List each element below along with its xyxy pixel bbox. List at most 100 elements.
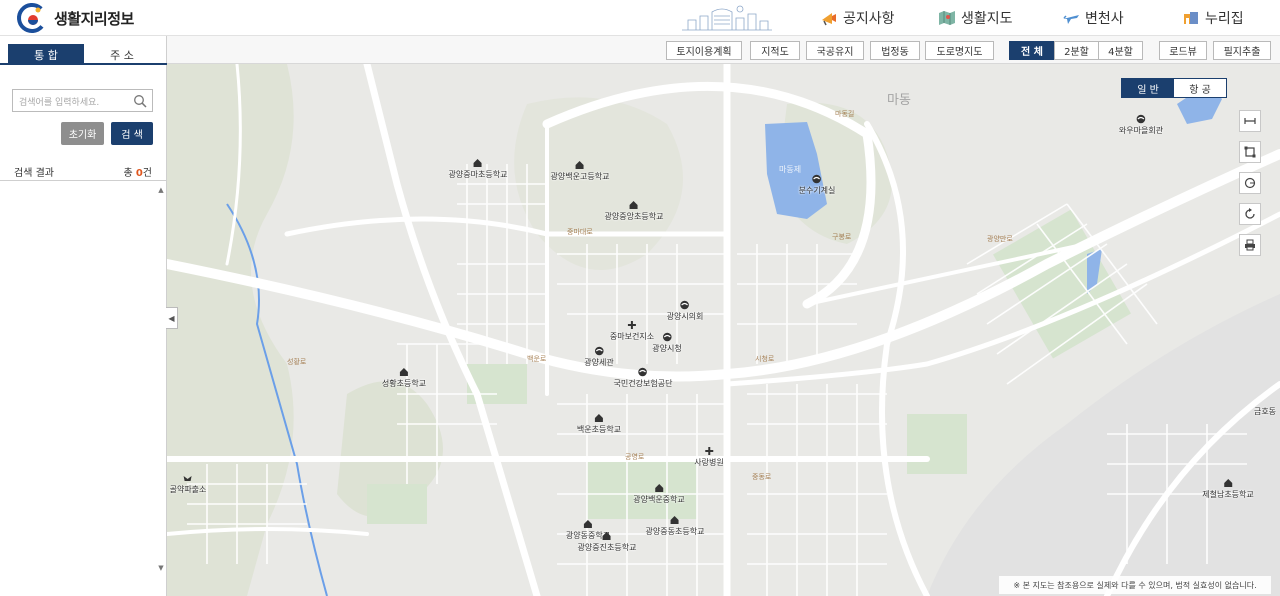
lake-label: 마동제 — [779, 165, 802, 174]
hospital-marker-icon — [694, 446, 723, 456]
gov-marker-icon — [1119, 114, 1163, 124]
gov-marker-icon — [652, 332, 681, 342]
layer-legal-dong-button[interactable]: 법정동 — [870, 41, 920, 60]
poi-label: 광양중동초등학교 — [645, 527, 705, 536]
map-poi[interactable]: 중마보건지소 — [610, 320, 654, 342]
split-4-button[interactable]: 4분할 — [1098, 41, 1143, 60]
print-button[interactable] — [1239, 234, 1261, 256]
layer-landuse-button[interactable]: 토지이용계획 — [666, 41, 742, 60]
nav-homepage[interactable]: 누리집 — [1182, 0, 1244, 36]
nav-history[interactable]: 변천사 — [1062, 0, 1124, 36]
nav-life-map[interactable]: 생활지도 — [938, 0, 1013, 36]
school-marker-icon — [578, 531, 637, 541]
map-poi[interactable]: 광양백운중학교 — [633, 483, 685, 505]
poi-label: 광양백운중학교 — [633, 495, 685, 504]
map-disclaimer: ※ 본 지도는 참조용으로 실제와 다를 수 있으며, 법적 실효성이 없습니다… — [999, 576, 1271, 594]
ruler-distance-icon — [1244, 118, 1256, 124]
map-base-layer — [167, 64, 1280, 596]
map-type-toggle: 일 반 항 공 — [1121, 78, 1227, 98]
tab-address[interactable]: 주 소 — [84, 44, 160, 65]
map-poi[interactable]: 광양시청 — [652, 332, 682, 354]
nav-homepage-label: 누리집 — [1205, 11, 1244, 27]
map-poi[interactable]: 성황초등학교 — [382, 367, 426, 389]
map-poi[interactable]: 광양시의회 — [666, 300, 704, 322]
megaphone-icon — [822, 13, 836, 26]
poi-label: 성황초등학교 — [381, 379, 427, 388]
map-icon — [939, 11, 955, 25]
poi-label: 분수기계실 — [798, 186, 836, 195]
map-poi[interactable]: 사랑병원 — [694, 446, 724, 468]
search-icon[interactable] — [133, 94, 147, 108]
chevron-left-icon: ◀ — [168, 313, 175, 323]
layer-cadastral-button[interactable]: 지적도 — [750, 41, 800, 60]
measure-distance-button[interactable] — [1239, 110, 1261, 132]
road-label-madong-gil: 마동길 — [835, 110, 855, 118]
poi-label: 중마보건지소 — [609, 332, 655, 341]
parcel-extract-button[interactable]: 필지추출 — [1213, 41, 1271, 60]
road-label-jungdong: 중동로 — [752, 473, 772, 481]
map-viewport[interactable]: 광양중마초등학교 광양백운고등학교광양중앙초등학교 분수기계실 와우마을회관광양시의회… — [167, 64, 1280, 596]
header: 생활지리정보 공지사항 생활지도 변천사 누리집 — [0, 0, 1280, 36]
nav-notice[interactable]: 공지사항 — [820, 0, 895, 36]
map-type-aerial-button[interactable]: 항 공 — [1174, 79, 1226, 97]
school-marker-icon — [566, 519, 610, 529]
map-poi[interactable]: 백운초등학교 — [577, 413, 621, 435]
school-marker-icon — [605, 200, 664, 210]
logo-title: 생활지리정보 — [54, 9, 134, 28]
gov-marker-icon — [584, 346, 613, 356]
poi-label: 광양백운고등학교 — [550, 172, 610, 181]
road-label-baegun: 백운로 — [527, 355, 547, 363]
map-poi[interactable]: 광양중마초등학교 — [449, 158, 507, 180]
map-tools — [1239, 110, 1261, 265]
layer-road-name-button[interactable]: 도로명지도 — [925, 41, 994, 60]
scroll-down-arrow-icon[interactable]: ▼ — [157, 564, 165, 572]
nav-notice-label: 공지사항 — [843, 11, 895, 27]
map-poi[interactable]: 금호동 — [1254, 406, 1276, 417]
map-poi[interactable]: 국민건강보험공단 — [614, 367, 673, 389]
road-label-gongyeong: 공영로 — [625, 453, 645, 461]
reset-view-button[interactable] — [1239, 203, 1261, 225]
poi-label: 골약파출소 — [169, 485, 207, 494]
poi-label: 광양시의회 — [666, 312, 704, 321]
map-poi[interactable]: 광양중동초등학교 — [645, 515, 705, 537]
map-type-normal-button[interactable]: 일 반 — [1122, 79, 1174, 97]
panel-collapse-button[interactable]: ◀ — [166, 307, 178, 329]
map-poi[interactable]: 광양중진초등학교 — [578, 531, 637, 553]
map-poi[interactable]: 광양중앙초등학교 — [605, 200, 664, 222]
layer-public-land-button[interactable]: 국공유지 — [806, 41, 864, 60]
police-marker-icon — [170, 473, 207, 483]
map-poi[interactable]: 와우마을회관 — [1119, 114, 1163, 136]
search-panel: 통 합 주 소 초기화 검 색 검색 결과 총 0건 ▲ ▼ — [0, 36, 167, 596]
school-marker-icon — [646, 515, 705, 525]
road-label-gwangyangman: 광양만로 — [987, 235, 1013, 243]
map-poi[interactable]: 제철남초등학교 — [1202, 478, 1254, 500]
poi-label: 광양세관 — [584, 358, 614, 367]
map-poi[interactable]: 광양백운고등학교 — [550, 160, 610, 182]
result-suffix: 건 — [142, 168, 152, 179]
roadview-button[interactable]: 로드뷰 — [1159, 41, 1207, 60]
split-full-button[interactable]: 전 체 — [1009, 41, 1055, 60]
airplane-icon — [1063, 15, 1079, 24]
split-2-button[interactable]: 2분할 — [1054, 41, 1099, 60]
tab-integrated[interactable]: 통 합 — [8, 44, 84, 65]
search-tabs: 통 합 주 소 — [0, 44, 167, 65]
school-marker-icon — [577, 413, 621, 423]
map-poi[interactable]: 분수기계실 — [798, 174, 836, 196]
scroll-up-arrow-icon[interactable]: ▲ — [157, 186, 165, 194]
measure-radius-button[interactable] — [1239, 172, 1261, 194]
logo[interactable]: 생활지리정보 — [16, 2, 134, 34]
school-marker-icon — [633, 483, 685, 493]
poi-label: 와우마을회관 — [1118, 126, 1164, 135]
refresh-icon — [1245, 208, 1255, 219]
map-poi[interactable]: 광양세관 — [584, 346, 614, 368]
gov-marker-icon — [614, 367, 673, 377]
reset-button[interactable]: 초기화 — [61, 122, 104, 145]
search-button[interactable]: 검 색 — [111, 122, 153, 145]
gov-marker-icon — [799, 174, 836, 184]
hospital-marker-icon — [610, 320, 654, 330]
search-input[interactable] — [13, 92, 128, 114]
measure-area-button[interactable] — [1239, 141, 1261, 163]
nav-life-map-label: 생활지도 — [961, 11, 1013, 27]
map-poi[interactable]: 골약파출소 — [169, 473, 207, 495]
result-prefix: 총 — [123, 168, 136, 179]
